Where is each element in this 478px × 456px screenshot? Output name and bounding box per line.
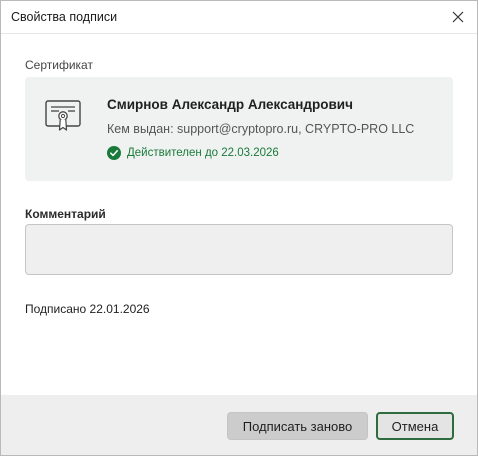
certificate-card: Смирнов Александр Александрович Кем выда… [25,77,453,181]
certificate-icon [45,100,81,131]
close-icon [452,11,464,23]
validity-text: Действителен до 22.03.2026 [127,147,279,159]
comment-label: Комментарий [25,207,106,221]
certificate-validity: Действителен до 22.03.2026 [107,146,279,160]
title-bar: Свойства подписи [1,1,477,34]
certificate-issuer: Кем выдан: support@cryptopro.ru, CRYPTO-… [107,122,415,136]
signature-properties-dialog: Свойства подписи Сертификат Смирнов Алек… [0,0,478,456]
dialog-title: Свойства подписи [11,10,118,24]
close-button[interactable] [445,4,471,30]
certificate-section-label: Сертификат [25,58,93,72]
cancel-button[interactable]: Отмена [376,412,454,440]
dialog-footer: Подписать заново Отмена [1,395,477,455]
comment-input[interactable] [25,224,453,275]
check-circle-icon [107,146,121,160]
signed-date-text: Подписано 22.01.2026 [25,302,150,316]
resign-button[interactable]: Подписать заново [227,412,368,440]
certificate-owner-name: Смирнов Александр Александрович [107,97,353,112]
